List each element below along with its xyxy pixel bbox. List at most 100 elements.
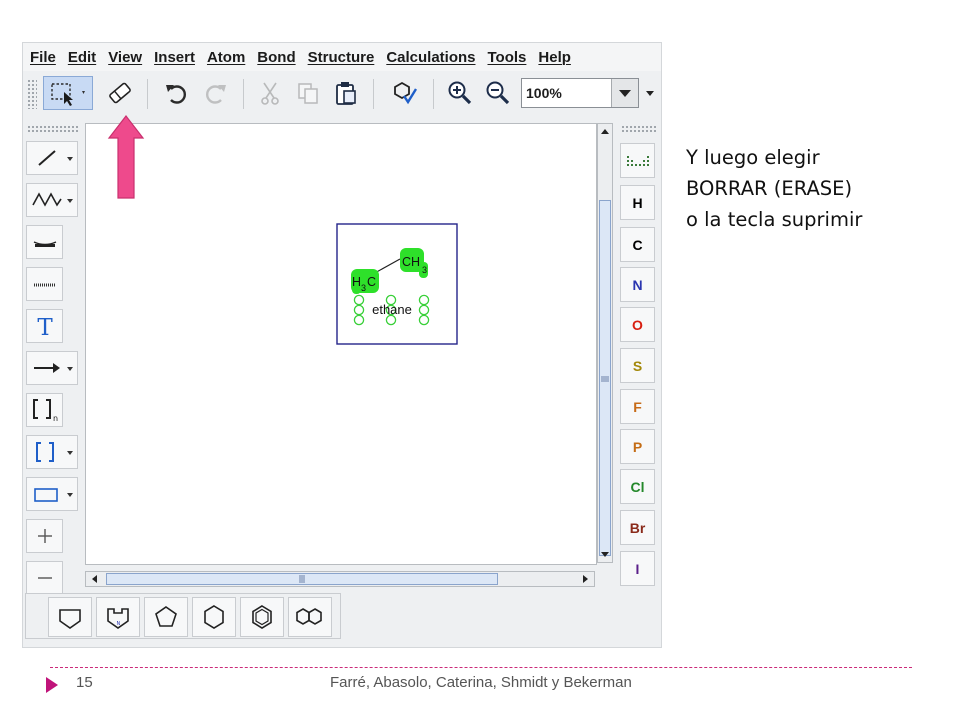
menu-file[interactable]: File <box>30 49 56 66</box>
atom-left-label-h: H <box>352 275 361 289</box>
element-s-label: S <box>632 357 643 374</box>
erase-button[interactable] <box>103 76 137 110</box>
cyclopentane-template[interactable] <box>144 597 188 637</box>
scissors-icon <box>261 82 279 105</box>
text-tool[interactable]: T <box>26 309 63 343</box>
horizontal-scrollbar[interactable] <box>85 571 595 587</box>
element-p-label: P <box>632 438 643 455</box>
footer-authors: Farré, Abasolo, Caterina, Shmidt y Beker… <box>330 674 632 691</box>
element-h-label: H <box>632 194 643 211</box>
menu-structure[interactable]: Structure <box>308 49 375 66</box>
zoom-dropdown-arrow-icon[interactable] <box>611 79 638 107</box>
cyclopentane-open-template[interactable] <box>48 597 92 637</box>
element-s-button[interactable]: S <box>620 348 655 383</box>
vertical-scroll-thumb[interactable] <box>599 200 611 556</box>
copy-icon <box>298 83 318 104</box>
hashed-bond-tool[interactable] <box>26 267 63 301</box>
toolbar-overflow-button[interactable] <box>643 78 657 108</box>
scroll-left-icon[interactable] <box>88 572 102 586</box>
redo-button[interactable] <box>199 76 233 110</box>
naphthalene-icon <box>296 608 322 625</box>
grip-lines-icon <box>601 376 609 382</box>
toolbar-separator <box>147 79 148 109</box>
pyrrole-ring-icon: N <box>107 608 129 629</box>
atom-h3c-left[interactable]: H 3 C <box>351 269 379 294</box>
zoom-value: 100% <box>526 85 562 101</box>
menu-insert[interactable]: Insert <box>154 49 195 66</box>
pyrrole-template[interactable]: N <box>96 597 140 637</box>
element-i-button[interactable]: I <box>620 551 655 586</box>
element-cl-button[interactable]: Cl <box>620 469 655 504</box>
element-i-label: I <box>635 560 640 577</box>
menu-edit[interactable]: Edit <box>68 49 96 66</box>
scroll-right-icon[interactable] <box>578 572 592 586</box>
selection-tool-button[interactable] <box>43 76 93 110</box>
undo-button[interactable] <box>159 76 193 110</box>
paste-button[interactable] <box>329 76 363 110</box>
zoom-out-button[interactable] <box>481 76 515 110</box>
clean-2d-button[interactable] <box>387 76 421 110</box>
element-n-button[interactable]: N <box>620 267 655 302</box>
zoom-in-button[interactable] <box>443 76 477 110</box>
menu-help[interactable]: Help <box>538 49 571 66</box>
menu-calculations[interactable]: Calculations <box>386 49 475 66</box>
undo-icon <box>166 85 186 104</box>
reaction-arrow-tool[interactable] <box>26 351 78 385</box>
eraser-icon <box>109 82 131 104</box>
element-c-button[interactable]: C <box>620 227 655 262</box>
drawing-canvas[interactable]: CH 3 H 3 C ethane <box>85 123 597 565</box>
bracket-icon <box>36 442 73 462</box>
footer-bullet-arrow-icon <box>46 677 58 693</box>
menu-tools[interactable]: Tools <box>488 49 527 66</box>
bracket-tool[interactable] <box>26 435 78 469</box>
positive-charge-tool[interactable] <box>26 519 63 553</box>
element-f-label: F <box>633 398 642 415</box>
redo-icon <box>206 85 226 104</box>
menu-atom[interactable]: Atom <box>207 49 245 66</box>
zoom-in-icon <box>448 81 472 105</box>
menu-bond[interactable]: Bond <box>257 49 295 66</box>
atom-left-label-c: C <box>367 275 376 289</box>
right-toolbar-grip[interactable] <box>621 125 657 133</box>
periodic-table-icon <box>626 155 649 166</box>
element-h-button[interactable]: H <box>620 185 655 220</box>
naphthalene-template[interactable] <box>288 597 332 637</box>
element-o-button[interactable]: O <box>620 307 655 342</box>
chain-tool[interactable] <box>26 183 78 217</box>
cut-button[interactable] <box>253 76 287 110</box>
toolbar-separator <box>373 79 374 109</box>
toolbar-grip[interactable] <box>27 79 37 109</box>
main-toolbar: 100% <box>23 73 661 115</box>
element-o-label: O <box>632 316 643 333</box>
element-p-button[interactable]: P <box>620 429 655 464</box>
element-br-label: Br <box>629 519 646 536</box>
pentagon-open-icon <box>59 609 81 629</box>
horizontal-scroll-thumb[interactable] <box>106 573 498 585</box>
single-bond-tool[interactable] <box>26 141 78 175</box>
repeating-unit-bracket-tool[interactable]: n <box>26 393 63 427</box>
toolbar-separator <box>243 79 244 109</box>
element-br-button[interactable]: Br <box>620 510 655 545</box>
arrow-right-icon <box>34 363 73 373</box>
zoom-select[interactable]: 100% <box>521 78 639 108</box>
scroll-down-icon[interactable] <box>598 547 612 561</box>
minus-icon <box>37 577 52 579</box>
bold-bond-tool[interactable] <box>26 225 63 259</box>
negative-charge-tool[interactable] <box>26 561 63 595</box>
benzene-template[interactable] <box>240 597 284 637</box>
hexagon-icon <box>204 605 224 629</box>
rectangle-tool[interactable] <box>26 477 78 511</box>
text-icon: T <box>37 315 53 339</box>
left-toolbar-grip[interactable] <box>27 125 79 133</box>
footer-divider <box>50 667 912 668</box>
element-f-button[interactable]: F <box>620 389 655 424</box>
element-cl-label: Cl <box>630 478 645 495</box>
vertical-scrollbar[interactable] <box>597 123 613 563</box>
menu-view[interactable]: View <box>108 49 142 66</box>
svg-text:N: N <box>117 621 121 627</box>
cyclohexane-template[interactable] <box>192 597 236 637</box>
copy-button[interactable] <box>291 76 325 110</box>
element-n-label: N <box>632 276 643 293</box>
scroll-up-icon[interactable] <box>598 125 612 139</box>
periodic-table-button[interactable] <box>620 143 655 178</box>
